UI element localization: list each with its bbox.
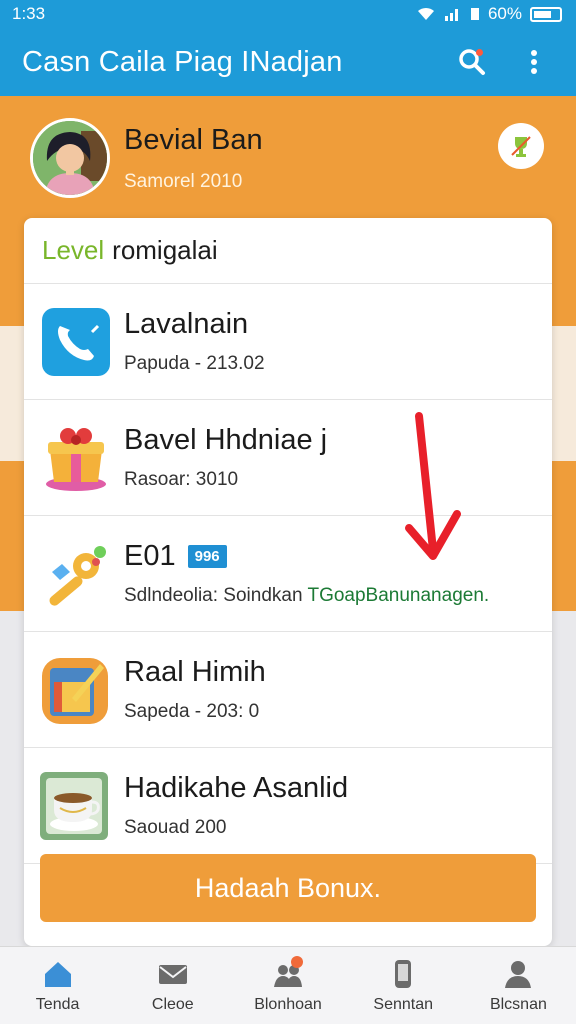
nav-label: Blcsnan bbox=[489, 995, 547, 1013]
status-icons: 60% bbox=[416, 4, 562, 24]
nav-item-mail[interactable]: Cleoe bbox=[115, 947, 230, 1024]
signal-icon bbox=[444, 9, 458, 21]
app-title: Casn Caila Piag INadjan bbox=[22, 45, 343, 78]
nav-label: Cleoe bbox=[151, 995, 194, 1013]
card-header: Level romigalai bbox=[24, 218, 552, 284]
phone-app-icon bbox=[42, 307, 110, 376]
nav-item-home[interactable]: Tenda bbox=[0, 947, 115, 1024]
achievement-button[interactable] bbox=[498, 123, 544, 169]
item-title: Raal Himih bbox=[124, 656, 266, 688]
search-button[interactable] bbox=[452, 42, 492, 82]
list-item[interactable]: Raal Himih Sapeda - 203: 0 bbox=[24, 632, 552, 748]
item-subtitle-text: Sdlndeolia: Soindkan bbox=[124, 585, 303, 606]
avatar[interactable] bbox=[30, 118, 110, 198]
battery-icon bbox=[530, 6, 562, 22]
nav-item-profile[interactable]: Blcsnan bbox=[461, 947, 576, 1024]
mail-icon bbox=[158, 964, 187, 984]
red-arrow-annotation bbox=[405, 412, 461, 560]
profile-icon bbox=[505, 960, 532, 988]
nav-item-people[interactable]: Blonhoan bbox=[230, 947, 345, 1024]
wifi-icon bbox=[417, 7, 434, 20]
app-bar: Casn Caila Piag INadjan bbox=[0, 28, 576, 96]
paint-box-icon bbox=[42, 657, 108, 724]
people-icon bbox=[272, 955, 304, 990]
nav-label: Senntan bbox=[373, 995, 434, 1013]
list-item[interactable]: E01 996 Sdlndeolia: Soindkan TGoapBanuna… bbox=[24, 516, 552, 632]
item-subtitle: Sdlndeolia: Soindkan TGoapBanunanagen. bbox=[124, 585, 489, 607]
profile-subtitle: Samorel 2010 bbox=[124, 170, 243, 192]
item-title: Bavel Hhdniae j bbox=[124, 424, 328, 456]
item-subtitle: Sapeda - 203: 0 bbox=[124, 701, 260, 722]
phone-icon bbox=[395, 959, 412, 988]
more-vert-icon bbox=[531, 50, 537, 74]
list-item[interactable]: Hadikahe Asanlid Saouad 200 bbox=[24, 748, 552, 864]
trophy-icon bbox=[511, 136, 531, 157]
nav-label: Tenda bbox=[35, 995, 80, 1013]
level-card: Level romigalai Lavalnain Papuda - 213.0… bbox=[24, 218, 552, 946]
home-icon bbox=[44, 961, 71, 987]
gift-box-icon bbox=[46, 427, 106, 491]
nav-label: Blonhoan bbox=[254, 995, 322, 1013]
level-word: Level bbox=[42, 235, 105, 265]
list-item[interactable]: Bavel Hhdniae j Rasoar: 3010 bbox=[24, 400, 552, 516]
tea-cup-icon bbox=[40, 771, 108, 840]
item-subtitle-highlight: TGoapBanunanagen. bbox=[307, 585, 490, 606]
item-subtitle: Rasoar: 3010 bbox=[124, 469, 239, 490]
notification-dot bbox=[476, 49, 483, 56]
list-item[interactable]: Lavalnain Papuda - 213.02 bbox=[24, 284, 552, 400]
sim-icon bbox=[470, 8, 479, 20]
profile-name: Bevial Ban bbox=[124, 123, 263, 156]
battery-percent: 60% bbox=[487, 4, 522, 23]
item-title: Lavalnain bbox=[124, 308, 249, 340]
nav-item-phone[interactable]: Senntan bbox=[346, 947, 461, 1024]
key-icon bbox=[49, 545, 106, 606]
bottom-nav: Tenda Cleoe Blonhoan Senntan Blcsnan bbox=[0, 946, 576, 1024]
bonus-button[interactable]: Hadaah Bonux. bbox=[40, 854, 536, 922]
status-time: 1:33 bbox=[12, 4, 46, 23]
status-bar: 1:33 60% bbox=[0, 0, 576, 28]
notification-badge bbox=[291, 955, 303, 968]
item-title-text: E01 bbox=[124, 540, 176, 572]
more-menu-button[interactable] bbox=[514, 42, 554, 82]
item-title: Hadikahe Asanlid bbox=[124, 772, 349, 804]
profile-header: Bevial Ban Samorel 2010 bbox=[30, 116, 550, 200]
item-subtitle: Papuda - 213.02 bbox=[124, 353, 265, 374]
level-label: romigalai bbox=[112, 235, 218, 265]
item-tag: 996 bbox=[187, 545, 227, 568]
item-subtitle: Saouad 200 bbox=[124, 817, 227, 838]
